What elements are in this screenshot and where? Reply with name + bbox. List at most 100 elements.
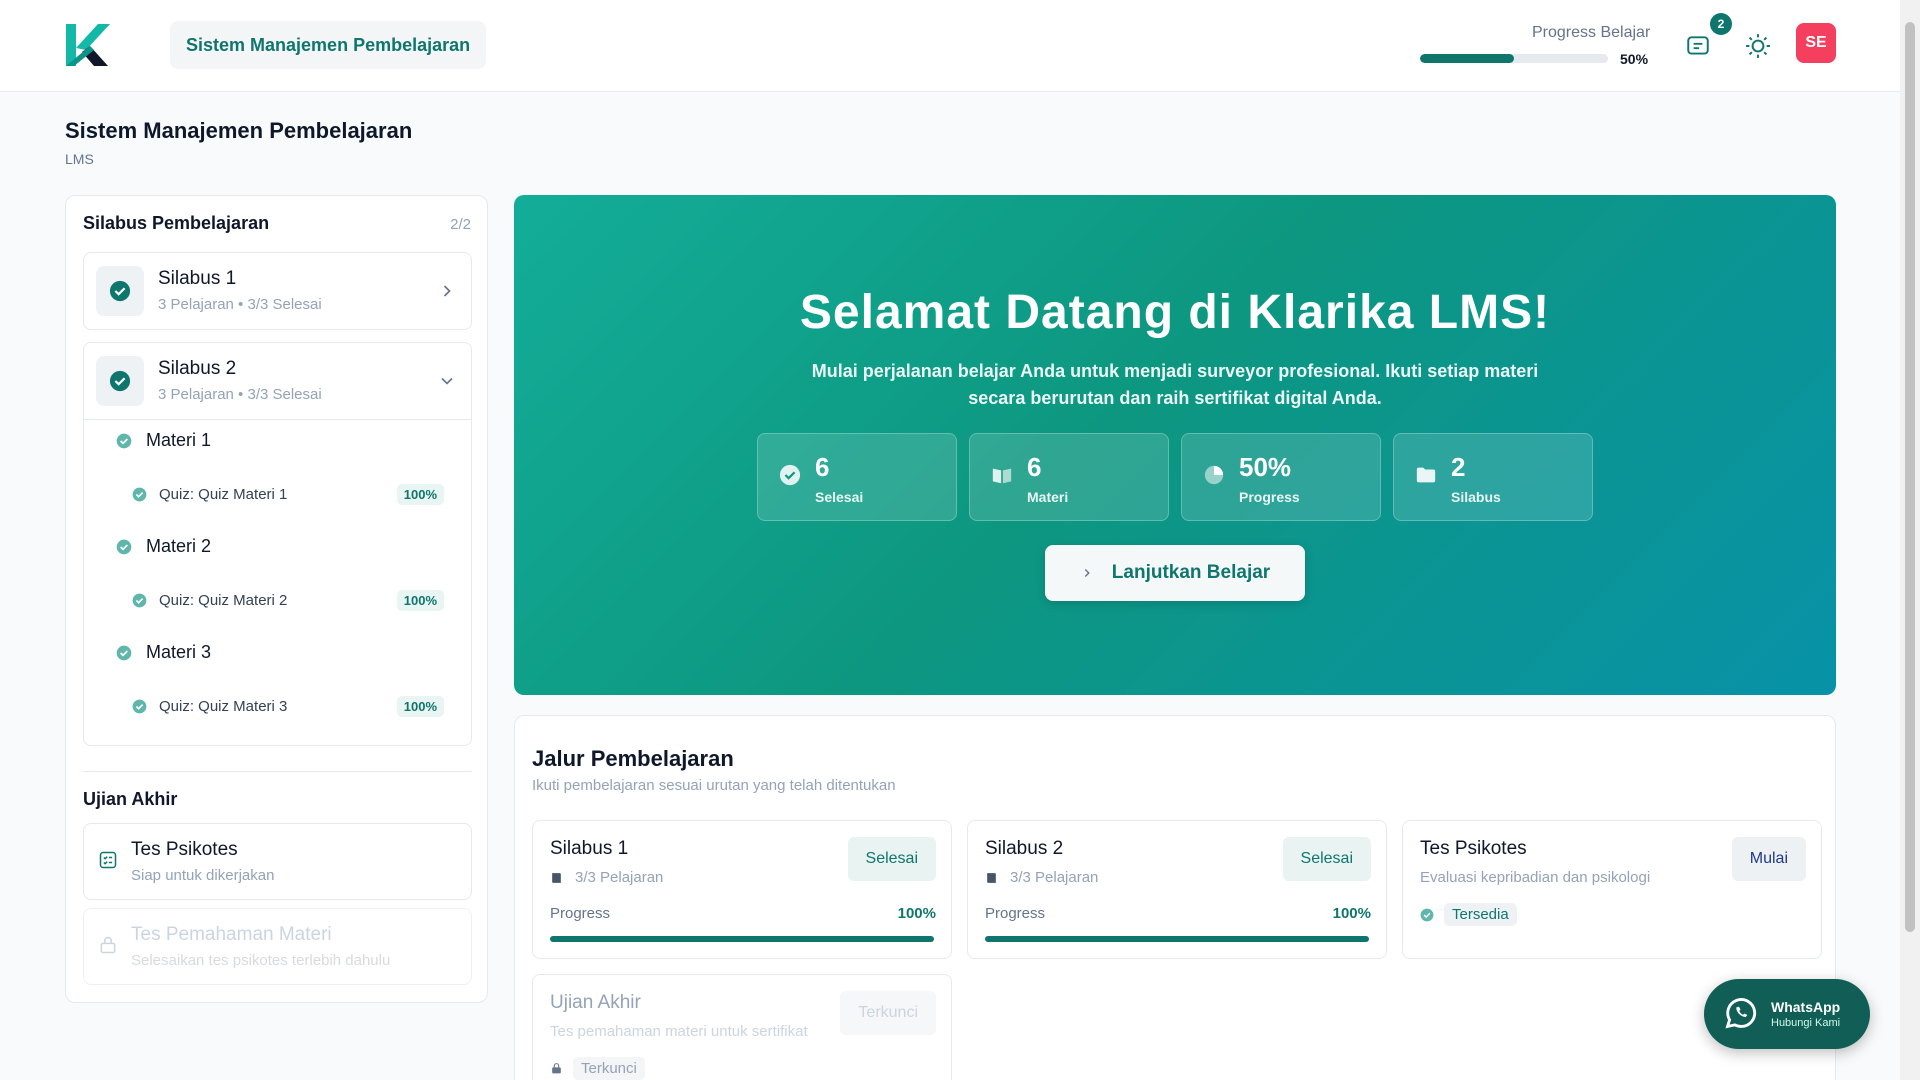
- klarika-logo[interactable]: [64, 22, 110, 68]
- whatsapp-subtitle: Hubungi Kami: [1771, 1017, 1841, 1029]
- quiz-score-badge: 100%: [396, 590, 444, 611]
- notification-button[interactable]: [1680, 28, 1716, 64]
- stat-label: Silabus: [1451, 489, 1501, 505]
- check-circle-icon: [116, 645, 132, 660]
- quiz-item-2[interactable]: Quiz: Quiz Materi 2 100%: [132, 590, 444, 611]
- progress-label: Progress: [550, 905, 611, 922]
- whatsapp-icon: [1725, 998, 1757, 1029]
- syllabus-card-1[interactable]: Silabus 1 3 Pelajaran • 3/3 Selesai: [83, 252, 472, 330]
- page-subtitle: LMS: [65, 151, 94, 167]
- welcome-hero: Selamat Datang di Klarika LMS! Mulai per…: [514, 195, 1836, 695]
- path-card-meta: Evaluasi kepribadian dan psikologi: [1420, 869, 1651, 886]
- lock-icon: [100, 936, 116, 954]
- exam-desc: Selesaikan tes psikotes terlebih dahulu: [131, 952, 391, 969]
- syllabus-meta: 3 Pelajaran • 3/3 Selesai: [158, 296, 322, 313]
- quiz-score-badge: 100%: [396, 484, 444, 505]
- locked-tag: Terkunci: [550, 1057, 645, 1080]
- stat-silabus: 2 Silabus: [1393, 433, 1593, 521]
- material-item-2[interactable]: Materi 2: [116, 536, 211, 557]
- app-name-tab[interactable]: Sistem Manajemen Pembelajaran: [170, 21, 487, 69]
- user-avatar[interactable]: SE: [1796, 23, 1836, 63]
- material-name: Materi 2: [146, 536, 212, 556]
- availability-tag: Tersedia: [1420, 903, 1517, 926]
- sun-icon: [1746, 34, 1770, 58]
- material-item-3[interactable]: Materi 3: [116, 642, 211, 663]
- stat-value: 6: [1027, 452, 1042, 482]
- path-card-name: Silabus 2: [985, 838, 1064, 859]
- check-circle-icon: [132, 593, 147, 608]
- tag-label: Terkunci: [573, 1057, 645, 1080]
- chevron-down-icon[interactable]: [437, 371, 457, 391]
- quiz-name: Quiz: Quiz Materi 3: [159, 698, 288, 715]
- cta-label: Lanjutkan Belajar: [1111, 562, 1271, 583]
- learning-path: Jalur Pembelajaran Ikuti pembelajaran se…: [514, 715, 1836, 1080]
- syllabus-header[interactable]: Silabus 2 3 Pelajaran • 3/3 Selesai: [84, 343, 471, 419]
- syllabus-status: [96, 266, 144, 316]
- check-circle-icon: [132, 699, 147, 714]
- sidebar-count: 2/2: [450, 216, 471, 233]
- stat-progress: 50% Progress: [1181, 433, 1381, 521]
- syllabus-name: Silabus 1: [158, 268, 237, 289]
- quiz-name: Quiz: Quiz Materi 1: [159, 486, 288, 503]
- continue-learning-button[interactable]: Lanjutkan Belajar: [1045, 545, 1305, 601]
- quiz-item-3[interactable]: Quiz: Quiz Materi 3 100%: [132, 696, 444, 717]
- syllabus-status: [96, 356, 144, 406]
- exam-card-pemahaman: Tes Pemahaman Materi Selesaikan tes psik…: [83, 908, 472, 985]
- stat-value: 6: [815, 452, 830, 482]
- syllabus-sidebar: Silabus Pembelajaran 2/2 Silabus 1 3 Pel…: [65, 195, 488, 1003]
- lock-icon: [552, 1063, 561, 1074]
- hero-title: Selamat Datang di Klarika LMS!: [799, 286, 1551, 339]
- chevron-right-icon[interactable]: [437, 281, 457, 301]
- book-icon: [552, 872, 561, 883]
- status-button[interactable]: Selesai: [1282, 837, 1371, 881]
- stat-value: 50%: [1239, 452, 1292, 482]
- path-card-psikotes[interactable]: Tes Psikotes Evaluasi kepribadian dan ps…: [1402, 820, 1822, 959]
- exam-card-psikotes[interactable]: Tes Psikotes Siap untuk dikerjakan: [83, 823, 472, 900]
- theme-toggle-button[interactable]: [1740, 28, 1776, 64]
- path-card-meta: 3/3 Pelajaran: [550, 869, 663, 886]
- page-title: Sistem Manajemen Pembelajaran: [65, 118, 413, 143]
- material-name: Materi 1: [146, 430, 212, 450]
- check-circle-icon: [116, 539, 132, 554]
- book-icon: [992, 468, 1012, 484]
- progress-fill: [985, 936, 1369, 942]
- scrollbar-thumb[interactable]: [1905, 22, 1915, 932]
- final-exam-title: Ujian Akhir: [83, 789, 178, 809]
- path-subtitle: Ikuti pembelajaran sesuai urutan yang te…: [532, 777, 896, 794]
- check-circle-icon: [779, 464, 801, 486]
- exam-name: Tes Psikotes: [131, 839, 238, 860]
- path-card-name: Silabus 1: [550, 838, 629, 859]
- path-card-meta: 3/3 Pelajaran: [985, 869, 1098, 886]
- sidebar-title: Silabus Pembelajaran: [83, 213, 270, 233]
- path-card-meta-text: 3/3 Pelajaran: [1010, 869, 1099, 886]
- notification-badge: 2: [1710, 13, 1732, 35]
- syllabus-name: Silabus 2: [158, 358, 237, 379]
- check-circle-icon: [109, 280, 131, 302]
- status-button[interactable]: Selesai: [847, 837, 936, 881]
- exam-name: Tes Pemahaman Materi: [131, 924, 332, 945]
- syllabus-card-2[interactable]: Silabus 2 3 Pelajaran • 3/3 Selesai Mate…: [83, 342, 472, 746]
- progress-label: Progress Belajar: [1532, 24, 1651, 41]
- start-button[interactable]: Mulai: [1731, 837, 1806, 881]
- message-icon: [1687, 36, 1709, 55]
- path-card-name: Tes Psikotes: [1420, 838, 1527, 859]
- whatsapp-contact-button[interactable]: WhatsApp Hubungi Kami: [1704, 979, 1870, 1049]
- path-card-name: Ujian Akhir: [550, 992, 641, 1013]
- progress-percent: 100%: [1332, 905, 1371, 922]
- book-icon: [987, 872, 996, 883]
- progress-fill: [550, 936, 934, 942]
- header-progress-fill: [1420, 54, 1514, 63]
- syllabus-meta: 3 Pelajaran • 3/3 Selesai: [158, 386, 322, 403]
- check-circle-icon: [1420, 908, 1434, 921]
- check-circle-icon: [109, 370, 131, 392]
- check-circle-icon: [132, 487, 147, 502]
- material-item-1[interactable]: Materi 1: [116, 430, 211, 451]
- quiz-score-badge: 100%: [396, 696, 444, 717]
- hero-subtitle: Mulai perjalanan belajar Anda untuk menj…: [811, 361, 1539, 408]
- path-card-silabus-1[interactable]: Silabus 1 3/3 Pelajaran Selesai Progress…: [532, 820, 952, 959]
- path-card-silabus-2[interactable]: Silabus 2 3/3 Pelajaran Selesai Progress…: [967, 820, 1387, 959]
- quiz-item-1[interactable]: Quiz: Quiz Materi 1 100%: [132, 484, 444, 505]
- material-name: Materi 3: [146, 642, 212, 662]
- tag-label: Tersedia: [1444, 903, 1517, 926]
- syllabus-header[interactable]: Silabus 1 3 Pelajaran • 3/3 Selesai: [84, 253, 471, 329]
